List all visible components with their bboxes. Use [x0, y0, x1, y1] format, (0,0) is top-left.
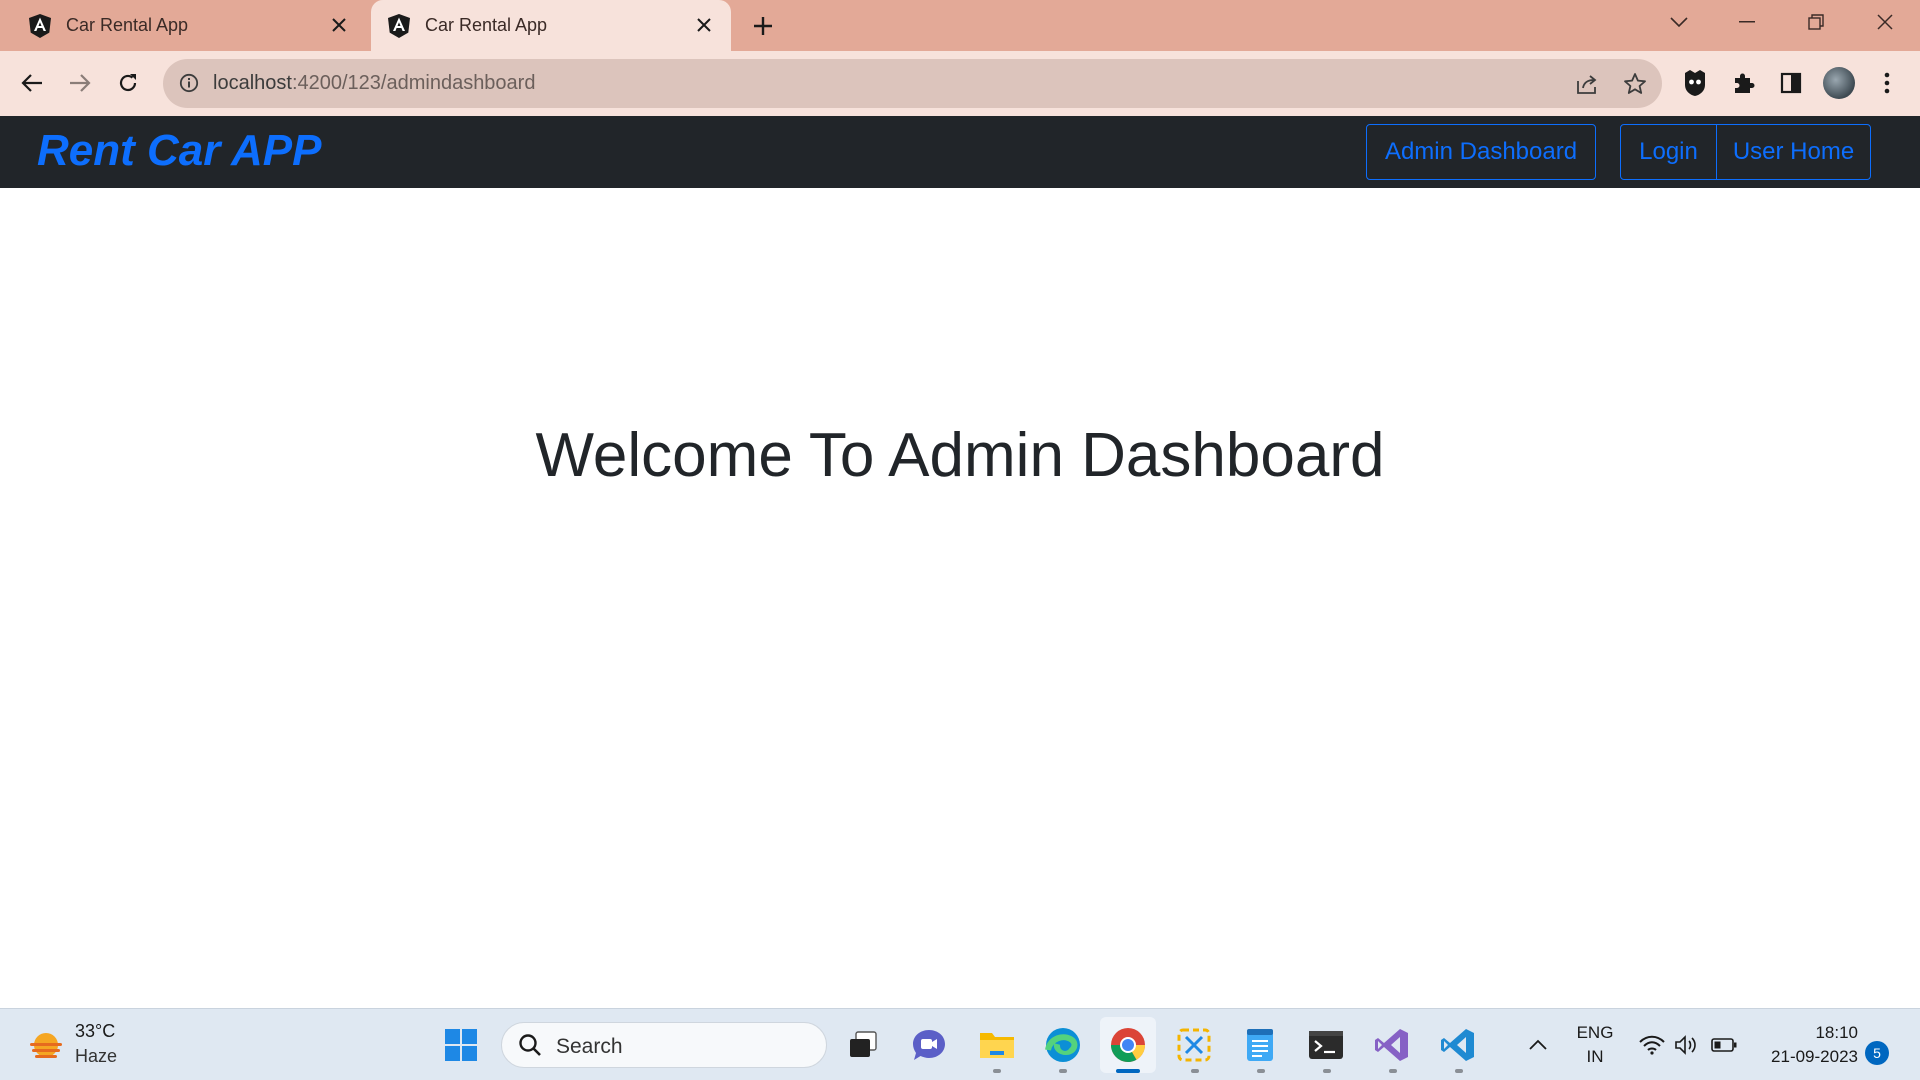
- angular-icon: [387, 13, 411, 38]
- extensions-puzzle-icon[interactable]: [1727, 67, 1759, 99]
- weather-haze-icon[interactable]: [28, 1029, 64, 1065]
- tab-title: Car Rental App: [425, 15, 548, 35]
- running-indicator: [1191, 1069, 1199, 1073]
- url-path: :4200/123/admindashboard: [291, 72, 536, 94]
- vs-code-icon[interactable]: [1438, 1025, 1478, 1065]
- visual-studio-icon[interactable]: [1372, 1025, 1412, 1065]
- browser-tab-active[interactable]: Car Rental App: [371, 0, 731, 51]
- address-bar[interactable]: localhost:4200/123/admindashboard: [163, 59, 1662, 108]
- browser-toolbar: localhost:4200/123/admindashboard: [0, 51, 1920, 116]
- extension-shield-icon[interactable]: [1679, 67, 1711, 99]
- active-app-indicator: [1116, 1069, 1140, 1073]
- edge-icon[interactable]: [1043, 1025, 1083, 1065]
- browser-tab[interactable]: Car Rental App: [0, 0, 366, 51]
- windows-start-icon[interactable]: [441, 1025, 481, 1065]
- running-indicator: [993, 1069, 1001, 1073]
- notification-badge[interactable]: 5: [1865, 1041, 1889, 1065]
- side-panel-icon[interactable]: [1775, 67, 1807, 99]
- app-navbar: Rent Car APP Admin Dashboard Login User …: [0, 116, 1920, 188]
- notepad-icon[interactable]: [1240, 1025, 1280, 1065]
- running-indicator: [1455, 1069, 1463, 1073]
- chevron-up-icon[interactable]: [1518, 1025, 1558, 1065]
- running-indicator: [1257, 1069, 1265, 1073]
- battery-icon[interactable]: [1704, 1025, 1744, 1065]
- file-explorer-icon[interactable]: [977, 1025, 1017, 1065]
- browser-tab-strip: Car Rental App Car Rental App: [0, 0, 1920, 51]
- chrome-menu-icon[interactable]: [1871, 67, 1903, 99]
- admin-dashboard-button[interactable]: Admin Dashboard: [1366, 124, 1596, 180]
- running-indicator: [1059, 1069, 1067, 1073]
- avatar: [1823, 67, 1855, 99]
- minimize-icon[interactable]: [1719, 0, 1775, 44]
- close-window-icon[interactable]: [1857, 0, 1913, 44]
- clock-time[interactable]: 18:10: [1752, 1023, 1858, 1043]
- close-tab-icon[interactable]: [691, 12, 717, 38]
- teams-chat-icon[interactable]: [909, 1025, 949, 1065]
- snipping-tool-icon[interactable]: [1174, 1025, 1214, 1065]
- clock-date[interactable]: 21-09-2023: [1752, 1047, 1858, 1067]
- chrome-icon[interactable]: [1108, 1025, 1148, 1065]
- input-region[interactable]: IN: [1574, 1047, 1616, 1067]
- new-tab-icon[interactable]: [748, 11, 778, 41]
- forward-arrow-icon[interactable]: [62, 65, 98, 101]
- tab-search-chevron-icon[interactable]: [1651, 0, 1707, 44]
- bookmark-star-icon[interactable]: [1621, 70, 1649, 98]
- url-text: localhost:4200/123/admindashboard: [213, 72, 535, 95]
- weather-temperature[interactable]: 33°C: [75, 1021, 115, 1042]
- angular-icon: [28, 13, 52, 38]
- url-host: localhost: [213, 72, 292, 94]
- taskbar-search-box[interactable]: Search: [501, 1022, 827, 1068]
- weather-description[interactable]: Haze: [75, 1046, 117, 1067]
- task-view-icon[interactable]: [843, 1025, 883, 1065]
- input-language[interactable]: ENG: [1574, 1023, 1616, 1043]
- brand-logo[interactable]: Rent Car APP: [37, 126, 321, 176]
- login-button[interactable]: Login: [1620, 124, 1717, 180]
- back-arrow-icon[interactable]: [14, 65, 50, 101]
- reload-icon[interactable]: [110, 65, 146, 101]
- profile-avatar[interactable]: [1823, 67, 1855, 99]
- share-icon[interactable]: [1573, 70, 1601, 98]
- user-home-button[interactable]: User Home: [1716, 124, 1871, 180]
- windows-taskbar: 33°C Haze Search ENG IN 18:10 21-09-2023…: [0, 1008, 1920, 1080]
- restore-icon[interactable]: [1788, 0, 1844, 44]
- volume-icon[interactable]: [1666, 1025, 1706, 1065]
- running-indicator: [1323, 1069, 1331, 1073]
- page-title: Welcome To Admin Dashboard: [535, 421, 1385, 490]
- terminal-icon[interactable]: [1306, 1025, 1346, 1065]
- site-info-icon[interactable]: [177, 71, 201, 95]
- search-placeholder: Search: [556, 1035, 623, 1058]
- running-indicator: [1389, 1069, 1397, 1073]
- close-tab-icon[interactable]: [326, 12, 352, 38]
- tab-title: Car Rental App: [66, 15, 189, 35]
- search-icon: [518, 1033, 542, 1057]
